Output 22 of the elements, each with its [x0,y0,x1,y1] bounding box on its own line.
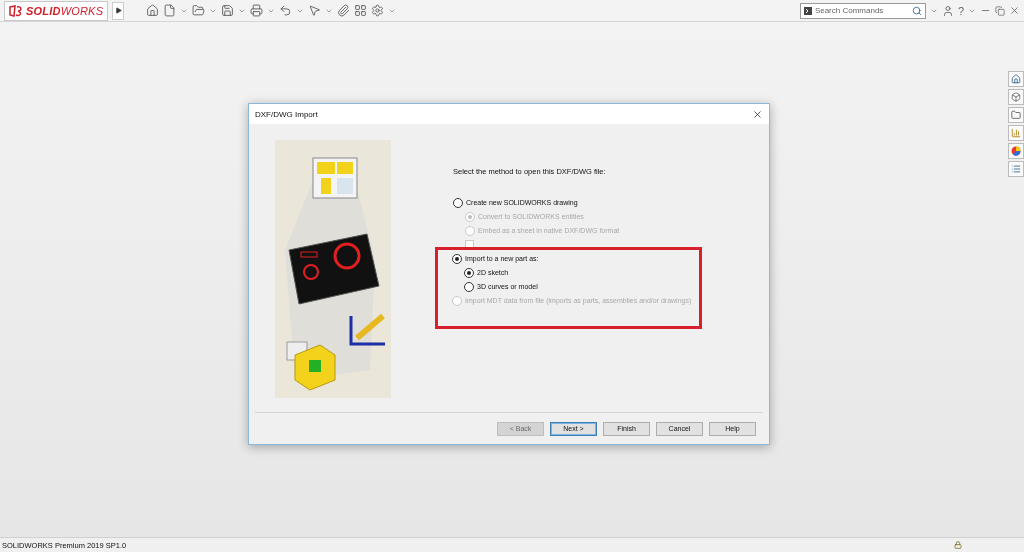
search-input[interactable]: Search Commands [814,6,909,15]
help-button[interactable]: ? [957,4,964,17]
radio-button[interactable] [453,198,463,208]
new-file-icon[interactable] [163,1,177,20]
ds-logo-icon [9,4,23,17]
folder-icon[interactable] [1008,107,1024,123]
search-field[interactable]: Search Commands [799,2,926,19]
triangle-icon [114,7,122,14]
cube-icon[interactable] [1008,89,1024,105]
search-icon[interactable] [911,5,922,16]
expand-arrow-button[interactable] [112,1,125,20]
close-icon[interactable] [752,108,763,120]
logo-text: SOLIDWORKS [26,4,104,17]
list-icon[interactable] [1008,161,1024,177]
lock-icon [954,541,962,549]
color-wheel-icon[interactable] [1008,143,1024,159]
chart-icon[interactable] [1008,125,1024,141]
settings-icon[interactable] [371,1,385,20]
command-prompt-icon [803,6,812,15]
home-icon[interactable] [1008,71,1024,87]
dialog-title: DXF/DWG Import [255,109,318,119]
print-icon[interactable] [250,1,264,20]
